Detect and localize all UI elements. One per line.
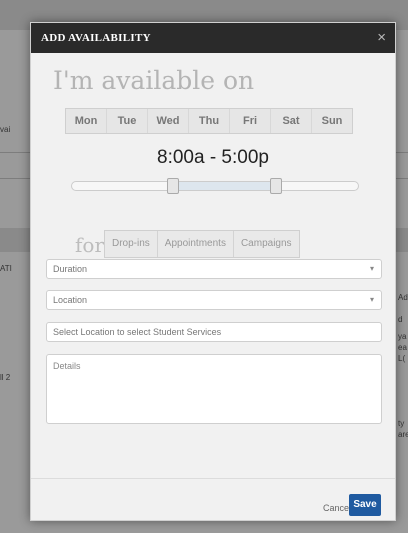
details-placeholder: Details: [53, 361, 81, 371]
background-fragment: ty: [398, 419, 405, 428]
type-button-campaigns[interactable]: Campaigns: [234, 231, 299, 257]
background-fragment: vai: [0, 125, 11, 134]
availability-headline: I'm available on: [53, 66, 255, 95]
modal-title: ADD AVAILABILITY: [41, 32, 151, 44]
add-availability-modal: ADD AVAILABILITY × I'm available on Mon …: [30, 22, 396, 521]
modal-header: ADD AVAILABILITY ×: [31, 23, 395, 53]
background-fragment: are: [398, 430, 408, 439]
slider-end-handle[interactable]: [270, 178, 283, 194]
location-select[interactable]: Location ▾: [46, 290, 382, 310]
close-icon[interactable]: ×: [377, 29, 386, 46]
availability-type-selector: Drop-ins Appointments Campaigns: [104, 230, 300, 258]
location-placeholder: Location: [53, 295, 88, 305]
background-fragment: ll 2: [0, 373, 11, 382]
student-services-select[interactable]: Select Location to select Student Servic…: [46, 322, 382, 342]
day-button-mon[interactable]: Mon: [66, 109, 107, 133]
type-button-appointments[interactable]: Appointments: [158, 231, 234, 257]
slider-start-handle[interactable]: [167, 178, 180, 194]
cancel-button[interactable]: Cancel: [323, 503, 351, 513]
duration-select[interactable]: Duration ▾: [46, 259, 382, 279]
day-selector: Mon Tue Wed Thu Fri Sat Sun: [65, 108, 353, 134]
day-button-fri[interactable]: Fri: [230, 109, 271, 133]
background-fragment: d: [398, 315, 403, 324]
background-fragment: ya: [398, 332, 407, 341]
background-fragment: L(: [398, 354, 406, 363]
background-fragment: ATI: [0, 264, 12, 273]
details-textarea[interactable]: Details: [46, 354, 382, 424]
student-services-placeholder: Select Location to select Student Servic…: [53, 327, 222, 337]
chevron-down-icon: ▾: [369, 264, 374, 273]
time-range-display: 8:00a - 5:00p: [157, 147, 269, 168]
duration-placeholder: Duration: [53, 264, 88, 274]
day-button-tue[interactable]: Tue: [107, 109, 148, 133]
day-button-sun[interactable]: Sun: [312, 109, 352, 133]
day-button-sat[interactable]: Sat: [271, 109, 312, 133]
background-fragment: Ad: [398, 293, 408, 302]
footer-divider: [31, 478, 395, 479]
for-label: for: [75, 233, 105, 257]
slider-selected-range: [172, 182, 276, 190]
time-range-slider[interactable]: [71, 178, 359, 194]
save-button[interactable]: Save: [349, 494, 381, 516]
background-fragment: ea: [398, 343, 407, 352]
day-button-thu[interactable]: Thu: [189, 109, 230, 133]
type-button-drop-ins[interactable]: Drop-ins: [105, 231, 158, 257]
chevron-down-icon: ▾: [369, 295, 374, 304]
day-button-wed[interactable]: Wed: [148, 109, 189, 133]
